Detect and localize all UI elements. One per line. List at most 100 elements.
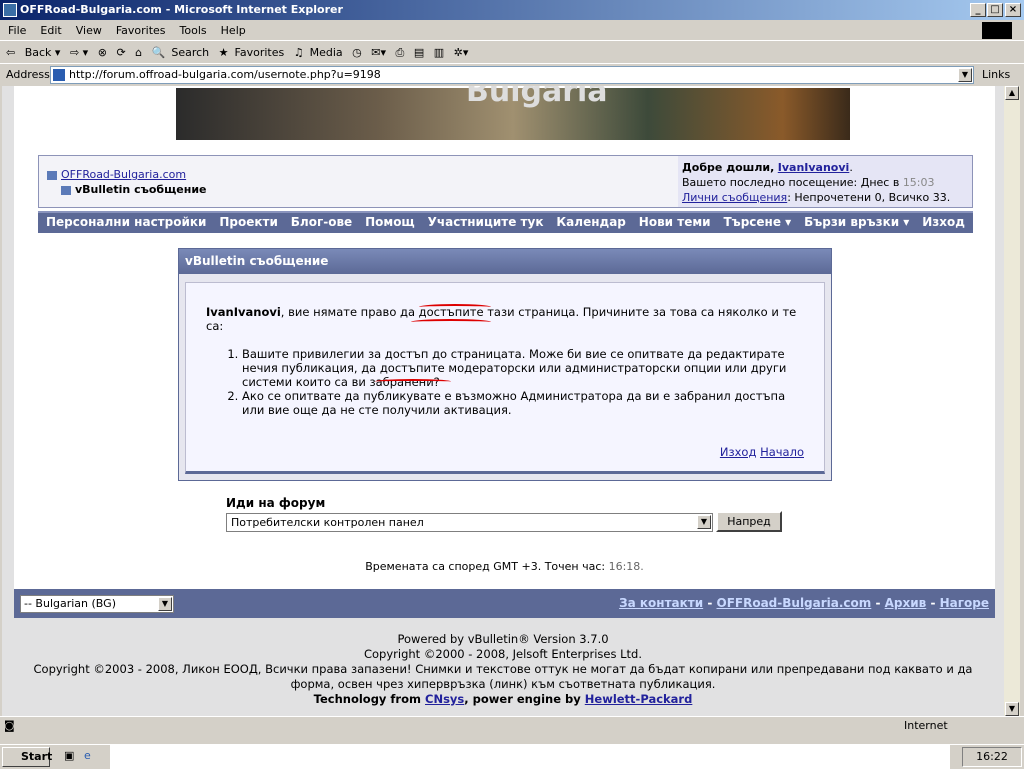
windows-logo bbox=[982, 22, 1012, 39]
footer-bar: -- Bulgarian (BG) ▼ За контакти - OFFRoad… bbox=[14, 589, 995, 618]
welcome-panel: Добре дошли, IvanIvanovi. Вашето последн… bbox=[678, 156, 972, 207]
quicklaunch-desktop-icon[interactable]: ▣ bbox=[64, 749, 74, 762]
chevron-down-icon[interactable]: ▼ bbox=[158, 597, 172, 611]
copyright-jelsoft: Copyright ©2000 - 2008, Jelsoft Enterpri… bbox=[363, 647, 643, 661]
nav-search[interactable]: Търсене ▾ bbox=[723, 213, 791, 233]
last-visit-label: Вашето последно посещение: Днес в bbox=[682, 176, 900, 189]
nav-bar: Персонални настройки Проекти Блог-ове По… bbox=[38, 211, 973, 233]
menu-help[interactable]: Help bbox=[221, 24, 246, 37]
archive-link[interactable]: Архив bbox=[885, 596, 927, 610]
links-button[interactable]: Links bbox=[982, 65, 1010, 85]
quicklaunch-ie-icon[interactable]: e bbox=[84, 749, 91, 762]
pm-counts: : Непрочетени 0, Всичко 33. bbox=[787, 191, 951, 204]
status-bar: ◙ Internet bbox=[0, 716, 1024, 734]
breadcrumb-current: vBulletin съобщение bbox=[75, 183, 207, 196]
forum-jump-label: Иди на форум bbox=[226, 496, 326, 510]
top-link[interactable]: Нагоре bbox=[940, 596, 989, 610]
history-icon[interactable]: ◷ bbox=[352, 46, 362, 59]
menu-edit[interactable]: Edit bbox=[40, 24, 61, 37]
minimize-button[interactable]: _ bbox=[970, 3, 986, 17]
taskbar-blank bbox=[110, 745, 950, 769]
address-bar: Address http://forum.offroad-bulgaria.co… bbox=[0, 65, 1024, 85]
address-dropdown[interactable]: ▼ bbox=[958, 68, 972, 82]
print-icon[interactable]: ⎙ bbox=[396, 46, 405, 59]
start-button[interactable]: Start bbox=[2, 747, 52, 767]
welcome-greeting: Добре дошли, bbox=[682, 161, 775, 174]
page-icon bbox=[53, 69, 65, 81]
banner-text: Bulgaria bbox=[466, 86, 608, 109]
forward-button[interactable]: ⇨ ▾ bbox=[70, 46, 88, 59]
menu-view[interactable]: View bbox=[76, 24, 102, 37]
media-button[interactable]: ♫ Media bbox=[294, 46, 343, 59]
home-icon[interactable]: ⌂ bbox=[135, 46, 142, 59]
nav-new-posts[interactable]: Нови теми bbox=[639, 213, 711, 233]
taskbar: Start ▣ e 16:22 bbox=[0, 744, 1024, 769]
breadcrumb-site-link[interactable]: OFFRoad-Bulgaria.com bbox=[61, 168, 186, 181]
message-box: vBulletin съобщение IvanIvanovi, вие ням… bbox=[178, 248, 832, 481]
page-status-icon: ◙ bbox=[4, 719, 15, 732]
banner-image: Bulgaria bbox=[176, 86, 850, 140]
message-body: IvanIvanovi, вие нямате право да достъпи… bbox=[185, 282, 825, 474]
menu-file[interactable]: File bbox=[8, 24, 26, 37]
menu-tools[interactable]: Tools bbox=[180, 24, 207, 37]
page-body: Bulgaria OFFRoad-Bulgaria.com vBulletin … bbox=[14, 86, 995, 618]
message-intro: , вие нямате право да достъпите тази стр… bbox=[206, 305, 797, 333]
address-label: Address bbox=[6, 68, 50, 81]
user-link[interactable]: IvanIvanovi bbox=[778, 161, 850, 174]
back-button[interactable]: ⇦ Back ▾ bbox=[6, 46, 60, 59]
copyright-site: Copyright ©2003 - 2008, Ликон ЕООД, Всич… bbox=[33, 662, 973, 691]
stop-icon[interactable]: ⊗ bbox=[98, 46, 107, 59]
forum-header: OFFRoad-Bulgaria.com vBulletin съобщение… bbox=[38, 155, 973, 208]
mail-icon[interactable]: ✉▾ bbox=[371, 46, 386, 59]
vertical-scrollbar[interactable]: ▲ ▼ bbox=[1004, 86, 1020, 716]
folder-icon bbox=[47, 170, 57, 180]
menu-favorites[interactable]: Favorites bbox=[116, 24, 166, 37]
private-messages-link[interactable]: Лични съобщения bbox=[682, 191, 787, 204]
nav-help[interactable]: Помощ bbox=[365, 213, 415, 233]
menu-bar: File Edit View Favorites Tools Help bbox=[0, 20, 1024, 41]
copyright: Powered by vBulletin® Version 3.7.0 Copy… bbox=[2, 632, 1004, 707]
message-user: IvanIvanovi bbox=[206, 305, 281, 319]
logout-link[interactable]: Изход bbox=[720, 445, 757, 459]
nav-calendar[interactable]: Календар bbox=[556, 213, 626, 233]
go-button[interactable]: Напред bbox=[716, 511, 782, 532]
cnsys-link[interactable]: CNsys bbox=[425, 692, 464, 706]
last-visit-time: 15:03 bbox=[902, 176, 935, 189]
security-zone: Internet bbox=[904, 719, 948, 732]
message-title: vBulletin съобщение bbox=[179, 249, 831, 274]
toolbar: ⇦ Back ▾ ⇨ ▾ ⊗ ⟳ ⌂ 🔍 Search ★ Favorites ♫ M… bbox=[0, 42, 1024, 64]
clock: 16:22 bbox=[962, 747, 1022, 767]
search-button[interactable]: 🔍 Search bbox=[152, 46, 210, 59]
ie-icon bbox=[3, 3, 17, 17]
nav-user-cp[interactable]: Персонални настройки bbox=[46, 213, 206, 233]
refresh-icon[interactable]: ⟳ bbox=[116, 46, 125, 59]
reason-item: Ако се опитвате да публикувате е възможн… bbox=[242, 389, 804, 417]
close-button[interactable]: × bbox=[1005, 3, 1021, 17]
messenger-icon[interactable]: ✲▾ bbox=[454, 46, 469, 59]
folder-icon bbox=[61, 185, 71, 195]
nav-members[interactable]: Участниците тук bbox=[428, 213, 544, 233]
powered-by: Powered by vBulletin® Version 3.7.0 bbox=[397, 632, 609, 646]
window-title: OFFRoad-Bulgaria.com - Microsoft Interne… bbox=[20, 3, 343, 16]
red-annotation bbox=[419, 304, 491, 310]
home-link[interactable]: Начало bbox=[760, 445, 804, 459]
nav-projects[interactable]: Проекти bbox=[219, 213, 278, 233]
address-input[interactable]: http://forum.offroad-bulgaria.com/userno… bbox=[50, 66, 974, 84]
edit-icon[interactable]: ▤ bbox=[414, 46, 424, 59]
site-link[interactable]: OFFRoad-Bulgaria.com bbox=[717, 596, 872, 610]
forum-jump-select[interactable]: Потребителски контролен панел ▼ bbox=[226, 513, 713, 532]
nav-blogs[interactable]: Блог-ове bbox=[291, 213, 352, 233]
hp-link[interactable]: Hewlett-Packard bbox=[585, 692, 693, 706]
timezone-info: Времената са според GMT +3. Точен час: 1… bbox=[365, 560, 644, 573]
title-bar: OFFRoad-Bulgaria.com - Microsoft Interne… bbox=[0, 0, 1024, 20]
favorites-button[interactable]: ★ Favorites bbox=[219, 46, 285, 59]
scroll-down-icon[interactable]: ▼ bbox=[1005, 702, 1019, 716]
chevron-down-icon[interactable]: ▼ bbox=[697, 515, 711, 529]
language-select[interactable]: -- Bulgarian (BG) ▼ bbox=[20, 595, 174, 613]
maximize-button[interactable]: □ bbox=[987, 3, 1003, 17]
discuss-icon[interactable]: ▥ bbox=[434, 46, 444, 59]
nav-logout[interactable]: Изход bbox=[922, 213, 965, 233]
nav-quick-links[interactable]: Бързи връзки ▾ bbox=[804, 213, 909, 233]
contact-link[interactable]: За контакти bbox=[619, 596, 703, 610]
scroll-up-icon[interactable]: ▲ bbox=[1005, 86, 1019, 100]
